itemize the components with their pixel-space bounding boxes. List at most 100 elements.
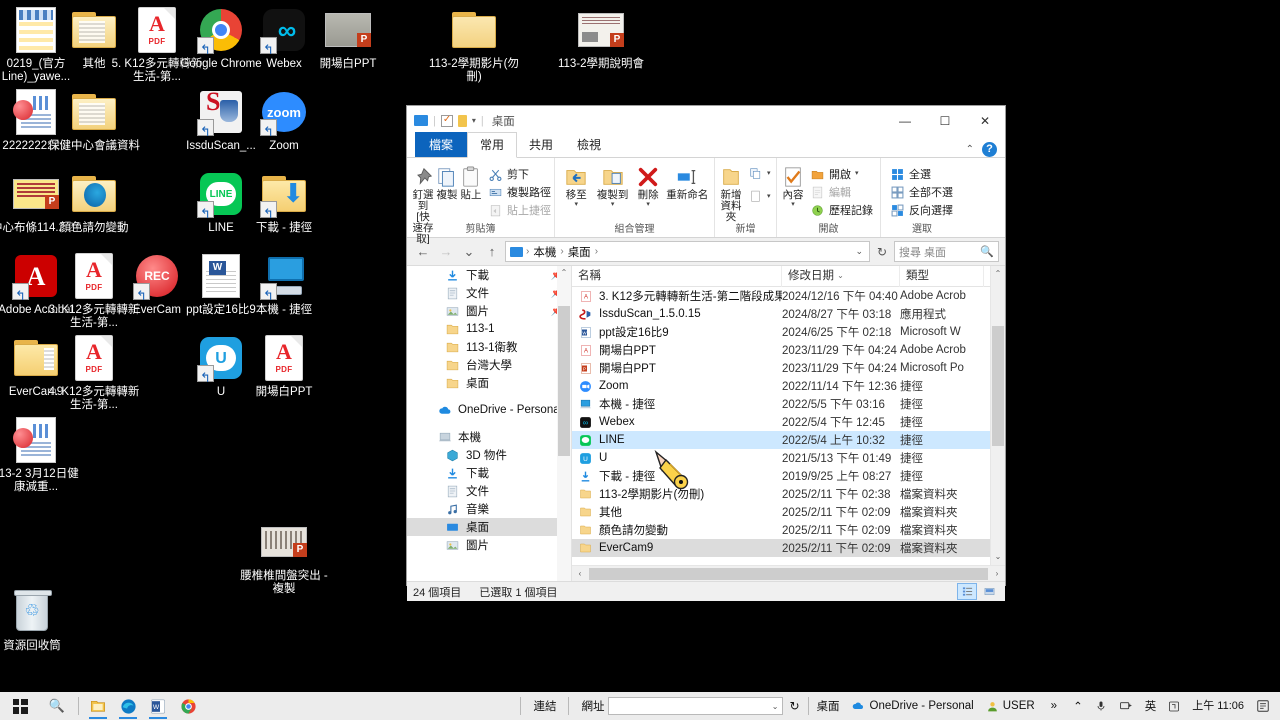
nav-item-documents-quick[interactable]: 文件 📌 (407, 284, 571, 302)
chevron-down-icon[interactable]: ▾ (767, 192, 771, 200)
select-none-button[interactable]: 全部不選 (886, 183, 957, 201)
table-row[interactable]: IssduScan_1.5.0.15 2024/8/27 下午 03:18 應用… (572, 305, 1005, 323)
taskbar-app-microsoft-word[interactable]: W (143, 692, 173, 720)
quick-access-toolbar[interactable]: | ▾ | (414, 114, 484, 127)
column-header-type[interactable]: 類型 (900, 266, 984, 287)
nav-item-pictures[interactable]: 圖片 (407, 536, 571, 554)
chevron-down-icon[interactable]: ▾ (646, 199, 650, 210)
delete-button[interactable]: 刪除 ▾ (633, 161, 664, 210)
clock[interactable]: 上午 11:06 (1186, 692, 1250, 720)
table-row[interactable]: ∞ Webex 2022/5/4 下午 12:45 捷徑 (572, 413, 1005, 431)
cut-button[interactable]: 剪下 (484, 165, 555, 183)
nav-item-downloads-quick[interactable]: 下載 📌 (407, 266, 571, 284)
ribbon[interactable]: 釘選到 [快速存取] 複製 貼上 剪下 複製路徑 貼上捷徑 剪貼簿 移至 ▾ 複… (407, 158, 1005, 245)
chevron-down-icon[interactable]: ▾ (611, 199, 615, 210)
back-button[interactable]: ← (413, 244, 433, 259)
nav-item-documents[interactable]: 文件 (407, 482, 571, 500)
desktop-icon[interactable]: 本機 - 捷徑 (238, 252, 330, 317)
view-buttons[interactable] (957, 583, 999, 600)
desktop-icon[interactable]: 113-2 3月12日健康減重... (0, 416, 82, 494)
table-row[interactable]: LINE 2022/5/4 上午 10:32 捷徑 (572, 431, 1005, 449)
ribbon-tabs[interactable]: 檔案 常用 共用 檢視 ⌃ ? (407, 132, 1005, 158)
taskbar[interactable]: 🔍 W 連結 網址 ⌄ ↻ 桌面 OneDrive - Personal USE… (0, 692, 1280, 720)
new-folder-button[interactable]: 新增資料夾 (720, 161, 742, 223)
scroll-thumb[interactable] (558, 306, 570, 456)
easy-access-button[interactable]: ▾ (744, 188, 775, 205)
taskbar-app-google-chrome[interactable] (173, 692, 203, 720)
nav-item-ntu[interactable]: 台灣大學 (407, 356, 571, 374)
show-hidden-icons-button[interactable]: ⌃ (1067, 692, 1089, 720)
table-row[interactable]: P 開場白PPT 2023/11/29 下午 04:24 Microsoft Po (572, 359, 1005, 377)
nav-item-3d-objects[interactable]: 3D 物件 (407, 446, 571, 464)
recent-locations-button[interactable]: ⌄ (459, 244, 479, 260)
navigation-pane[interactable]: 下載 📌 文件 📌 圖片 📌 113-1 113-1衛教 (407, 266, 572, 581)
breadcrumb-desktop[interactable]: 桌面 (564, 243, 595, 261)
breadcrumb-this-pc[interactable]: 本機 (529, 243, 560, 261)
large-icons-view-button[interactable] (979, 583, 999, 600)
file-list-horizontal-scrollbar[interactable]: ‹ › (572, 565, 1005, 581)
scroll-up-icon[interactable]: ⌃ (557, 266, 571, 280)
nav-item-this-pc[interactable]: 本機 (407, 428, 571, 446)
table-row[interactable]: Zoom 2022/11/14 下午 12:36 捷徑 (572, 377, 1005, 395)
desktop-icon[interactable]: P 開場白PPT (302, 6, 394, 71)
scroll-up-icon[interactable]: ⌃ (991, 266, 1005, 281)
overflow-icon[interactable]: » (1041, 692, 1067, 720)
desktop-icon[interactable]: 保健中心會議資料 (48, 88, 140, 153)
system-tray[interactable]: » ⌃ 英 上午 11:06 (1041, 692, 1280, 720)
taskbar-address-input[interactable]: ⌄ (608, 697, 784, 715)
nav-item-pictures-quick[interactable]: 圖片 📌 (407, 302, 571, 320)
nav-item-113-1[interactable]: 113-1 (407, 320, 571, 338)
up-button[interactable]: ↑ (482, 244, 502, 259)
nav-item-downloads[interactable]: 下載 (407, 464, 571, 482)
mic-icon[interactable] (1089, 692, 1113, 720)
desktop-icon[interactable]: 顏色請勿變動 (48, 170, 140, 235)
nav-pane-scrollbar[interactable]: ⌃ (557, 266, 571, 581)
desktop-icon[interactable]: zoom Zoom (238, 88, 330, 153)
select-all-button[interactable]: 全選 (886, 165, 957, 183)
desktop-icon[interactable]: P 113-2學期說明會 (555, 6, 647, 71)
network-icon[interactable] (1113, 692, 1139, 720)
history-button[interactable]: 歷程記錄 (806, 201, 877, 219)
new-folder-qat-icon[interactable] (457, 114, 467, 127)
close-button[interactable]: ✕ (965, 106, 1005, 136)
table-row[interactable]: EverCam9 2025/2/11 下午 02:09 檔案資料夾 (572, 539, 1005, 557)
chevron-down-icon[interactable]: ⌄ (772, 702, 783, 711)
nav-item-113-1-health-ed[interactable]: 113-1衛教 (407, 338, 571, 356)
invert-selection-button[interactable]: 反向選擇 (886, 201, 957, 219)
breadcrumb-dropdown-icon[interactable]: ⌄ (855, 246, 867, 257)
file-list-vertical-scrollbar[interactable]: ⌃ ⌄ (990, 266, 1005, 581)
scroll-thumb[interactable] (992, 326, 1004, 446)
search-input[interactable]: 搜尋 桌面 🔍 (894, 241, 999, 262)
links-toolbar-label[interactable]: 連結 (525, 698, 564, 714)
address-bar[interactable]: ← → ⌄ ↑ › 本機 › 桌面 › ⌄ ↻ 搜尋 桌面 🔍 (407, 238, 1005, 265)
properties-button[interactable]: 內容 ▾ (782, 161, 804, 210)
window-controls[interactable]: — ☐ ✕ (885, 106, 1005, 136)
desktop-icon[interactable]: A PDF 4. K12多元轉轉新生活-第... (48, 334, 140, 412)
file-list-pane[interactable]: 名稱 ⌄ 修改日期 類型 A 3. K12多元轉轉新生活-第二階段成果報告 202… (572, 266, 1005, 581)
move-to-button[interactable]: 移至 ▾ (560, 161, 593, 210)
scroll-right-icon[interactable]: › (989, 569, 1005, 578)
table-row[interactable]: A 開場白PPT 2023/11/29 下午 04:24 Adobe Acrob (572, 341, 1005, 359)
ime-language-indicator[interactable]: 英 (1139, 692, 1163, 720)
copy-path-button[interactable]: 複製路徑 (484, 183, 555, 201)
nav-item-desktop[interactable]: 桌面 (407, 518, 571, 536)
breadcrumb[interactable]: › 本機 › 桌面 › ⌄ (505, 241, 870, 262)
column-headers[interactable]: 名稱 ⌄ 修改日期 類型 (572, 266, 1005, 287)
table-row[interactable]: 本機 - 捷徑 2022/5/5 下午 03:16 捷徑 (572, 395, 1005, 413)
address-go-icon[interactable]: ↻ (783, 699, 803, 713)
column-header-date[interactable]: ⌄ 修改日期 (782, 266, 900, 287)
ime-mode-icon[interactable] (1162, 692, 1186, 720)
details-view-button[interactable] (957, 583, 977, 600)
chevron-down-icon[interactable]: ▾ (767, 169, 771, 177)
collapse-ribbon-icon[interactable]: ⌃ (966, 144, 974, 155)
taskbar-app-file-explorer[interactable] (83, 692, 113, 720)
open-button[interactable]: 開啟 ▾ (806, 165, 877, 183)
scroll-left-icon[interactable]: ‹ (572, 569, 588, 578)
new-item-button[interactable]: ▾ (744, 165, 775, 182)
table-row[interactable]: A 3. K12多元轉轉新生活-第二階段成果報告 2024/12/16 下午 04… (572, 287, 1005, 305)
chevron-down-icon[interactable]: ▾ (855, 169, 859, 177)
rename-button[interactable]: 重新命名 (666, 161, 709, 201)
desktop-icon[interactable]: ♲ 資源回收筒 (0, 588, 78, 653)
scroll-down-icon[interactable]: ⌄ (991, 549, 1005, 564)
tab-home[interactable]: 常用 (467, 132, 518, 158)
